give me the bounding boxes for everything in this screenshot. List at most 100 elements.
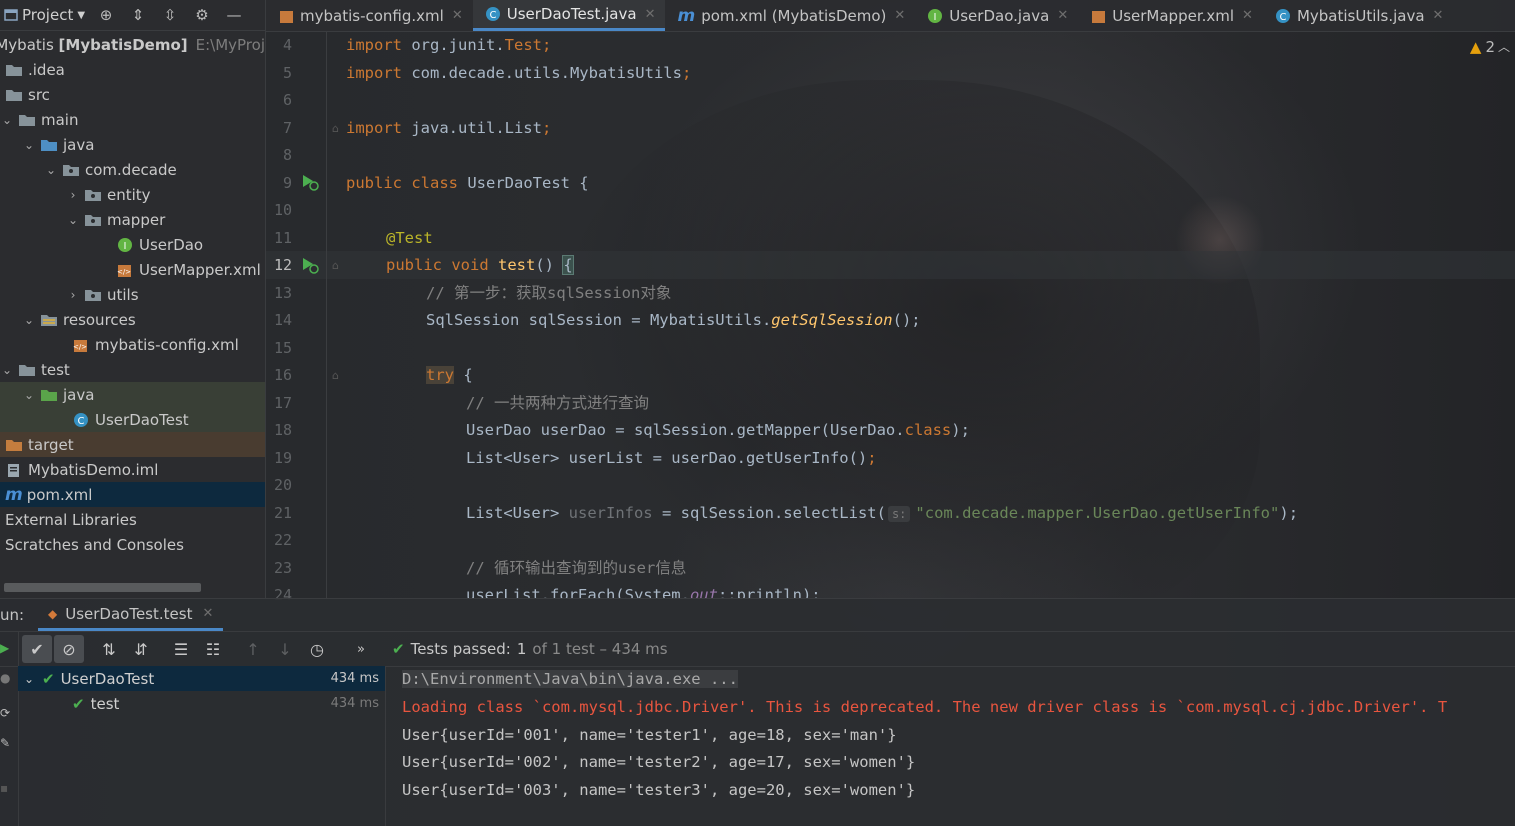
tree-item-iml[interactable]: MybatisDemo.iml — [0, 457, 265, 482]
close-icon[interactable]: ✕ — [1057, 8, 1068, 23]
chevron-down-icon[interactable]: ⌄ — [24, 672, 38, 686]
xml-icon: </> — [117, 264, 131, 277]
tab-label: UserMapper.xml — [1112, 6, 1235, 25]
tab-mybatisutils[interactable]: C MybatisUtils.java ✕ — [1263, 0, 1454, 31]
debug-icon[interactable]: ⟳ — [0, 706, 10, 720]
chevron-down-icon[interactable]: ⌄ — [66, 213, 80, 227]
tree-item-mapper[interactable]: ⌄ mapper — [0, 207, 265, 232]
xml-icon — [280, 10, 293, 23]
close-icon[interactable]: ✕ — [1242, 8, 1253, 23]
tree-item-com-decade[interactable]: ⌄ com.decade — [0, 157, 265, 182]
tree-item-external-libraries[interactable]: External Libraries — [0, 507, 265, 532]
chevron-down-icon[interactable]: ⌄ — [0, 113, 14, 127]
tree-item-resources[interactable]: ⌄ resources — [0, 307, 265, 332]
wrench-icon[interactable]: ✎ — [0, 736, 10, 750]
project-header: Project ▼ ⊕ ⇕ ⇳ ⚙ — — [0, 0, 265, 31]
tree-item-mybatis-config[interactable]: </> mybatis-config.xml — [0, 332, 265, 357]
code-line-21: List<User> userInfos = sqlSession.select… — [466, 503, 1299, 522]
line-number: 6 — [282, 91, 292, 109]
warning-count: 2 — [1485, 38, 1495, 56]
xml-icon: </> — [73, 339, 87, 352]
chevron-down-icon[interactable]: ⌄ — [22, 313, 36, 327]
horizontal-scrollbar[interactable] — [4, 583, 201, 592]
chevron-down-icon[interactable]: ⌄ — [44, 163, 58, 177]
collapse-all-icon: ☷ — [205, 639, 221, 659]
chevron-down-icon[interactable]: ⌄ — [0, 363, 14, 377]
tree-item-target[interactable]: target — [0, 432, 265, 457]
chevron-down-icon[interactable]: ⌄ — [22, 388, 36, 402]
tab-usermapper[interactable]: UserMapper.xml ✕ — [1078, 0, 1263, 31]
test-row-userdaotest[interactable]: ⌄ ✔ UserDaoTest 434 ms — [18, 666, 385, 691]
expand-all-button[interactable]: ☰ — [166, 635, 196, 663]
tree-item-test[interactable]: ⌄ test — [0, 357, 265, 382]
console-output[interactable]: D:\Environment\Java\bin\java.exe ... Loa… — [387, 666, 1515, 826]
tab-userdao[interactable]: I UserDao.java ✕ — [915, 0, 1078, 31]
tree-item-root[interactable]: Mybatis [MybatisDemo] E:\MyProj — [0, 32, 265, 57]
tree-item-utils[interactable]: › utils — [0, 282, 265, 307]
stop-icon[interactable]: ● — [0, 671, 10, 685]
line-number: 13 — [273, 284, 292, 302]
tree-item-entity[interactable]: › entity — [0, 182, 265, 207]
fold-icon[interactable]: ⌂ — [332, 259, 339, 272]
tree-item-java-test[interactable]: ⌄ java — [0, 382, 265, 407]
tree-label-bold: [MybatisDemo] — [58, 35, 188, 54]
close-icon[interactable]: ✕ — [1433, 8, 1444, 23]
collapse-all-button[interactable]: ☷ — [198, 635, 228, 663]
run-tabs: un: ◆ UserDaoTest.test ✕ — [0, 599, 1515, 631]
close-icon[interactable]: ✕ — [452, 8, 463, 23]
next-test-button[interactable]: ↓ — [270, 635, 300, 663]
more-button[interactable]: » — [346, 635, 376, 663]
tree-item-main[interactable]: ⌄ main — [0, 107, 265, 132]
show-ignored-toggle[interactable]: ⊘ — [54, 635, 84, 663]
fold-icon[interactable]: ⌂ — [332, 369, 339, 382]
gear-icon[interactable]: ⚙ — [191, 6, 213, 24]
chevron-down-icon[interactable]: ⌄ — [22, 138, 36, 152]
close-icon[interactable]: ✕ — [894, 8, 905, 23]
tree-item-idea[interactable]: .idea — [0, 57, 265, 82]
close-icon[interactable]: ✕ — [645, 7, 656, 22]
tab-pom[interactable]: m pom.xml (MybatisDemo) ✕ — [665, 0, 915, 31]
test-row-test[interactable]: ✔ test 434 ms — [18, 691, 385, 716]
project-view-selector[interactable]: Project ▼ — [4, 6, 85, 24]
tab-userdaotest[interactable]: C UserDaoTest.java ✕ — [472, 0, 666, 31]
tree-item-pom[interactable]: m pom.xml — [0, 482, 265, 507]
history-button[interactable]: ◷ — [302, 635, 332, 663]
sort-duration-button[interactable]: ⇵ — [126, 635, 156, 663]
chevron-up-icon[interactable]: ︿ — [1498, 38, 1510, 55]
chevron-right-icon[interactable]: › — [66, 188, 80, 202]
expand-all-icon[interactable]: ⇕ — [127, 6, 149, 24]
previous-test-button[interactable]: ↑ — [238, 635, 268, 663]
test-toolbar: ✔ ⊘ ⇅ ⇵ ☰ ☷ ↑ ↓ ◷ » ✔ Tests passed: 1 of 1… — [0, 631, 1515, 667]
check-icon: ✔ — [42, 669, 55, 688]
tab-mybatis-config[interactable]: mybatis-config.xml ✕ — [266, 0, 473, 31]
tree-item-userdao[interactable]: I UserDao — [0, 232, 265, 257]
tree-item-src[interactable]: src — [0, 82, 265, 107]
tree-item-userdaotest[interactable]: C UserDaoTest — [0, 407, 265, 432]
run-test-icon[interactable] — [300, 173, 320, 191]
tree-item-java-main[interactable]: ⌄ java — [0, 132, 265, 157]
close-icon[interactable]: ✕ — [202, 606, 213, 621]
status-count: 1 — [516, 640, 527, 658]
line-number: 23 — [273, 559, 292, 577]
run-tab-userdaotest[interactable]: ◆ UserDaoTest.test ✕ — [38, 599, 224, 631]
run-test-icon[interactable] — [300, 256, 320, 274]
show-passed-toggle[interactable]: ✔ — [22, 635, 52, 663]
inspection-widget[interactable]: ▲ 2 ︿ — [1470, 38, 1510, 56]
tab-label: MybatisUtils.java — [1296, 6, 1425, 25]
svg-text:C: C — [489, 10, 496, 21]
pin-icon[interactable]: ▪ — [0, 781, 8, 795]
code-editor[interactable]: import org.junit.Test; import com.decade… — [346, 32, 1515, 598]
hide-icon[interactable]: — — [223, 6, 245, 24]
folder-icon — [6, 64, 22, 76]
tree-item-usermapper-xml[interactable]: </> UserMapper.xml — [0, 257, 265, 282]
sort-alpha-button[interactable]: ⇅ — [94, 635, 124, 663]
line-number: 4 — [282, 36, 292, 54]
tab-label: pom.xml (MybatisDemo) — [701, 6, 887, 25]
fold-icon[interactable]: ⌂ — [332, 122, 339, 135]
tree-item-scratches[interactable]: Scratches and Consoles — [0, 532, 265, 557]
locate-icon[interactable]: ⊕ — [95, 6, 117, 24]
package-icon — [85, 214, 101, 226]
collapse-all-icon[interactable]: ⇳ — [159, 6, 181, 24]
code-line-5: import com.decade.utils.MybatisUtils; — [346, 63, 692, 82]
chevron-right-icon[interactable]: › — [66, 288, 80, 302]
